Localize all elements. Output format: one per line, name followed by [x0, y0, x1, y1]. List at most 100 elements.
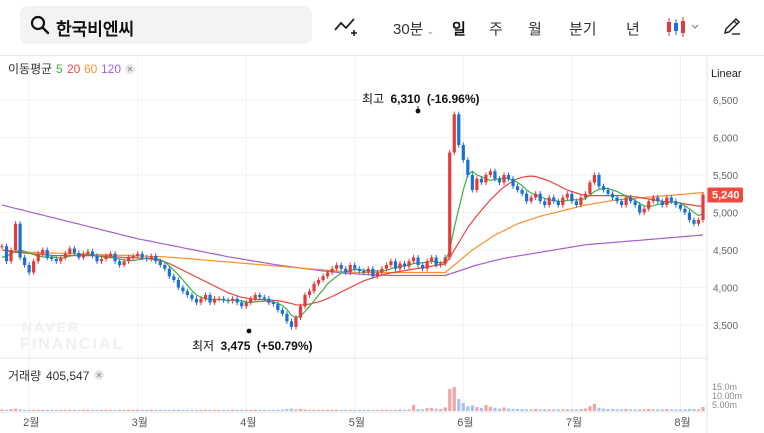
candle-body [45, 250, 49, 258]
candle-body [687, 212, 692, 220]
volume-bar [316, 409, 321, 411]
line-draw-icon[interactable] [334, 16, 358, 38]
tab-week[interactable]: 주 [489, 18, 503, 39]
volume-bar [380, 409, 384, 411]
volume-bar [484, 405, 488, 411]
volume-bar [402, 409, 407, 411]
volume-bar [23, 409, 27, 411]
candle-body [651, 197, 655, 202]
candle-body [27, 265, 31, 273]
candle-body [556, 201, 560, 205]
volume-bar [203, 409, 208, 411]
scale-label[interactable]: Linear [711, 68, 742, 80]
volume-bar [696, 409, 701, 411]
volume-bar [307, 409, 312, 411]
candle-body [411, 257, 416, 262]
volume-bar [303, 409, 307, 411]
volume-bar [68, 409, 72, 411]
pencil-icon[interactable] [722, 16, 742, 36]
candle-body [610, 193, 615, 198]
volume-bar [547, 409, 551, 411]
volume-bar [461, 403, 465, 411]
volume-bar [72, 409, 76, 411]
candle-body [330, 268, 334, 273]
candle-body [127, 257, 131, 262]
volume-bar [99, 409, 104, 411]
stock-chart[interactable]: NAVER FINANCIAL 3,500 4,000 4,500 5,000 5,50… [0, 56, 764, 433]
close-volume-icon[interactable] [94, 370, 104, 380]
candle-body [579, 197, 583, 205]
candle-type-icon[interactable] [665, 16, 701, 38]
candle-body [307, 291, 312, 295]
ma5-line [1, 170, 704, 319]
candle-body [606, 190, 610, 194]
volume-bar [362, 409, 366, 411]
candle-body [339, 265, 343, 269]
candle-body [226, 300, 230, 302]
candle-body [117, 261, 122, 265]
volume-value: 405,547 [46, 369, 90, 383]
volume-bar [619, 409, 624, 411]
volume-bar [389, 409, 393, 411]
volume-bar [651, 409, 655, 411]
volume-bar [185, 409, 190, 411]
candle-body [267, 298, 271, 303]
high-label: 최고 [362, 92, 384, 106]
candle-body [565, 193, 569, 198]
candle-body [425, 261, 429, 269]
volume-bar [86, 409, 90, 411]
tab-day[interactable]: 일 [452, 18, 466, 39]
tab-quarter[interactable]: 분기 [569, 18, 597, 39]
y-tick-label: 3,500 [713, 321, 738, 332]
tab-month[interactable]: 월 [528, 18, 542, 39]
volume-bar [687, 409, 692, 411]
candle-body [574, 201, 578, 205]
volume-bar [226, 409, 230, 411]
candle-body [525, 193, 529, 202]
volume-bar [339, 409, 343, 411]
candle-body [362, 271, 366, 273]
volume-bar [448, 389, 452, 411]
volume-bar [520, 409, 524, 411]
volume-bar [122, 409, 126, 411]
candle-body [167, 268, 171, 277]
candle-body [597, 175, 601, 187]
volume-bar [353, 409, 357, 411]
tab-year[interactable]: 년 [626, 18, 640, 39]
volume-bar [172, 409, 176, 411]
volume-bar [32, 409, 36, 411]
chevron-down-icon: ⌄ [426, 26, 435, 36]
volume-bar [534, 409, 538, 411]
candle-body [642, 208, 646, 213]
ma-period-120: 120 [101, 62, 121, 76]
y-tick-label: 4,000 [713, 284, 738, 295]
candle-body [316, 280, 321, 284]
close-indicator-icon[interactable] [125, 64, 135, 74]
candle-body [63, 253, 67, 258]
candle-body [674, 201, 678, 205]
candle-body [439, 263, 443, 265]
volume-bar [13, 408, 18, 411]
candle-body [475, 178, 479, 190]
candle-body [601, 186, 606, 190]
candle-body [678, 205, 682, 209]
candle-body [280, 310, 284, 314]
interval-dropdown[interactable]: 30분 ⌄ [393, 18, 434, 39]
candle-body [588, 182, 592, 194]
x-tick-label: 4월 [240, 416, 256, 429]
volume-bar [253, 409, 257, 411]
volume-bar [348, 409, 352, 411]
candle-body [140, 253, 144, 258]
volume-bar [633, 409, 637, 411]
volume-bar [344, 409, 348, 411]
volume-bar [357, 409, 361, 411]
candle-body [466, 160, 470, 175]
search-box[interactable]: 한국비엔씨 [20, 6, 312, 44]
candle-body [222, 298, 226, 301]
volume-bar [4, 409, 9, 411]
volume-bar [416, 409, 420, 411]
candle-body [515, 186, 520, 190]
candle-body [36, 253, 40, 262]
volume-bar [176, 409, 180, 411]
ma-period-5: 5 [56, 62, 63, 76]
